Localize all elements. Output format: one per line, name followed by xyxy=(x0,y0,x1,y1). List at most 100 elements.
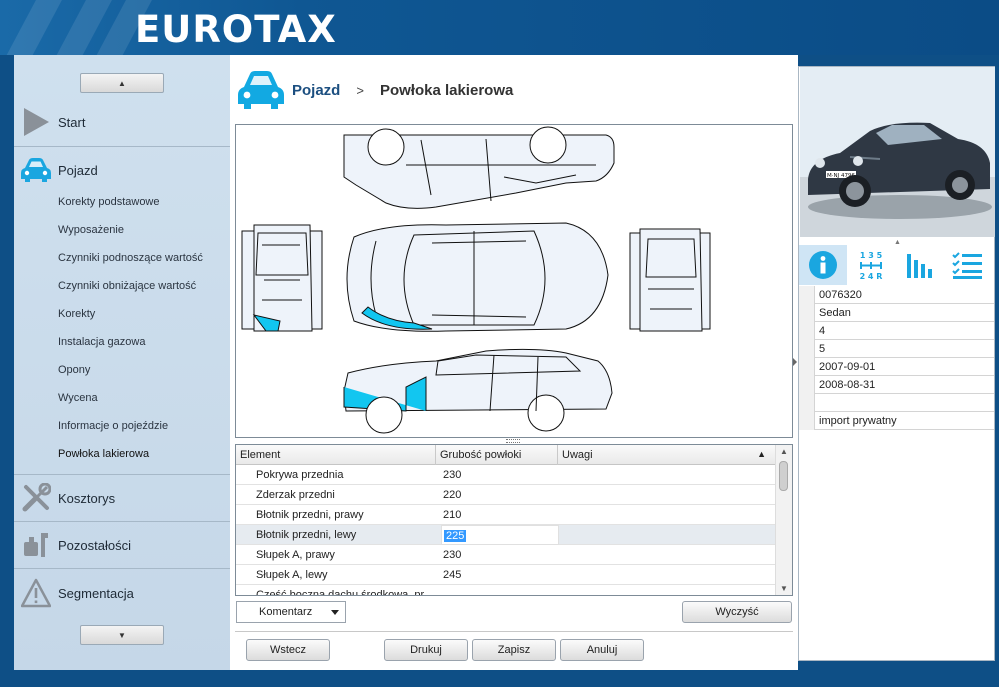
vehicle-photo: M·NJ 4796 xyxy=(800,67,995,237)
breadcrumb-pojazd-link[interactable]: Pojazd xyxy=(292,82,340,99)
sidebar-scroll-down-button[interactable]: ▼ xyxy=(80,625,164,645)
play-icon xyxy=(14,104,58,140)
chevron-down-icon xyxy=(331,610,339,615)
sub-item-czynniki-obnizajace[interactable]: Czynniki obniżające wartość xyxy=(58,272,228,300)
info-row: 2007-09-01 xyxy=(799,358,994,376)
car-view-rear[interactable] xyxy=(629,228,711,332)
row-thickness-value[interactable]: 245 xyxy=(441,565,559,585)
comment-dropdown[interactable]: Komentarz xyxy=(236,601,346,623)
row-thickness-input[interactable]: 225 xyxy=(441,525,559,545)
eurotax-logo: EUROTAX xyxy=(135,8,337,51)
app-header: EUROTAX xyxy=(0,0,999,55)
column-header-element[interactable]: Element xyxy=(236,445,436,465)
info-value: 2007-09-01 xyxy=(819,361,876,373)
gearbox-tab[interactable]: 1 3 5 2 4 R xyxy=(847,245,895,285)
paint-coating-diagram[interactable] xyxy=(235,124,793,438)
clear-button[interactable]: Wyczyść xyxy=(682,601,792,623)
sub-item-korekty[interactable]: Korekty xyxy=(58,300,228,328)
scroll-down-arrow-icon[interactable]: ▼ xyxy=(780,584,788,593)
row-element: Zderzak przedni xyxy=(256,489,335,501)
checklist-tab[interactable] xyxy=(943,245,991,285)
paint-thickness-table: Element Grubość powłoki Uwagi ▲ Pokrywa … xyxy=(235,444,793,596)
car-view-front[interactable] xyxy=(241,224,323,332)
splitter-grip[interactable] xyxy=(506,439,520,443)
row-element: Błotnik przedni, lewy xyxy=(256,529,357,541)
row-element: Słupek A, prawy xyxy=(256,549,335,561)
row-thickness-value[interactable]: 220 xyxy=(441,485,559,505)
car-icon xyxy=(14,152,58,188)
table-row-selected[interactable]: Błotnik przedni, lewy 225 xyxy=(236,525,776,545)
tools-icon xyxy=(14,480,58,516)
breadcrumb-separator: > xyxy=(356,82,364,98)
sub-item-wyposazenie[interactable]: Wyposażenie xyxy=(58,216,228,244)
warning-icon xyxy=(14,575,58,611)
table-row[interactable]: Pokrywa przednia 230 xyxy=(236,465,776,485)
info-row: 0076320 xyxy=(799,286,994,304)
nav-item-kosztorys[interactable]: Kosztorys xyxy=(14,475,230,521)
statistics-tab[interactable] xyxy=(895,245,943,285)
sidebar-nav: ▲ Start Pojazd Korekty podstawowe Wyposa… xyxy=(14,55,240,670)
sub-item-wycena[interactable]: Wycena xyxy=(58,384,228,412)
cancel-button[interactable]: Anuluj xyxy=(560,639,644,661)
back-button[interactable]: Wstecz xyxy=(246,639,330,661)
panel-splitter-arrow-icon[interactable] xyxy=(793,358,797,366)
comment-dropdown-value: Komentarz xyxy=(259,606,313,618)
main-content: Pojazd > Powłoka lakierowa Element Grubo… xyxy=(230,55,798,670)
sub-item-instalacja-gazowa[interactable]: Instalacja gazowa xyxy=(58,328,228,356)
vehicle-info-panel: M·NJ 4796 ▲ 1 3 5 2 4 R 0076320 Sedan 4 … xyxy=(798,66,995,661)
sub-item-powloka-lakierowa[interactable]: Powłoka lakierowa xyxy=(58,440,228,468)
info-tab[interactable] xyxy=(799,245,847,285)
scrollbar-thumb[interactable] xyxy=(779,461,788,491)
table-row[interactable]: Słupek A, prawy 230 xyxy=(236,545,776,565)
row-element: Pokrywa przednia xyxy=(256,469,344,481)
checklist-icon xyxy=(952,252,982,279)
sub-item-czynniki-podnoszace[interactable]: Czynniki podnoszące wartość xyxy=(58,244,228,272)
scroll-up-arrow-icon[interactable]: ▲ xyxy=(780,447,788,456)
info-value: Sedan xyxy=(819,307,851,319)
nav-label: Kosztorys xyxy=(58,490,116,506)
info-row: Sedan xyxy=(799,304,994,322)
nav-item-pozostalosci[interactable]: Pozostałości xyxy=(14,522,230,568)
nav-item-pojazd[interactable]: Pojazd xyxy=(14,147,230,193)
car-view-right-side[interactable] xyxy=(343,126,615,209)
nav-item-segmentacja[interactable]: Segmentacja xyxy=(14,570,230,616)
info-row xyxy=(799,394,994,412)
parts-icon xyxy=(14,527,58,563)
sub-item-opony[interactable]: Opony xyxy=(58,356,228,384)
print-button[interactable]: Drukuj xyxy=(384,639,468,661)
info-row: 5 xyxy=(799,340,994,358)
info-row: 4 xyxy=(799,322,994,340)
gearbox-icon: 1 3 5 2 4 R xyxy=(860,251,883,281)
info-value: 2008-08-31 xyxy=(819,379,876,391)
info-row: import prywatny xyxy=(799,412,994,430)
info-row: 2008-08-31 xyxy=(799,376,994,394)
column-header-thickness[interactable]: Grubość powłoki xyxy=(436,445,558,465)
save-button[interactable]: Zapisz xyxy=(472,639,556,661)
sub-item-korekty-podstawowe[interactable]: Korekty podstawowe xyxy=(58,188,228,216)
footer-divider xyxy=(235,631,793,632)
selected-value: 225 xyxy=(444,530,467,542)
sub-item-informacje[interactable]: Informacje o pojeździe xyxy=(58,412,228,440)
table-row[interactable]: Słupek A, lewy 245 xyxy=(236,565,776,585)
info-value: 4 xyxy=(819,325,826,337)
car-view-left-side[interactable] xyxy=(343,348,613,434)
bar-chart-icon xyxy=(907,254,932,278)
sidebar-scroll-up-button[interactable]: ▲ xyxy=(80,73,164,93)
info-value: import prywatny xyxy=(819,415,897,427)
car-view-top[interactable] xyxy=(346,222,609,332)
row-thickness-value[interactable]: 210 xyxy=(441,505,559,525)
table-row[interactable]: Zderzak przedni 220 xyxy=(236,485,776,505)
table-scrollbar[interactable]: ▲ ▼ xyxy=(775,445,792,595)
table-header: Element Grubość powłoki Uwagi ▲ xyxy=(236,445,776,465)
sort-ascending-icon[interactable]: ▲ xyxy=(757,449,766,459)
row-thickness-value[interactable]: 230 xyxy=(441,545,559,565)
row-thickness-value[interactable]: 230 xyxy=(441,465,559,485)
svg-text:2 4 R: 2 4 R xyxy=(860,272,883,281)
nav-item-start[interactable]: Start xyxy=(14,99,230,145)
table-row[interactable]: Część boczna dachu środkowa, pr xyxy=(236,585,776,595)
column-header-notes[interactable]: Uwagi xyxy=(558,445,776,465)
row-thickness-value[interactable] xyxy=(441,585,559,595)
table-row[interactable]: Błotnik przedni, prawy 210 xyxy=(236,505,776,525)
page-title: Powłoka lakierowa xyxy=(379,81,514,99)
nav-label: Segmentacja xyxy=(58,585,134,601)
